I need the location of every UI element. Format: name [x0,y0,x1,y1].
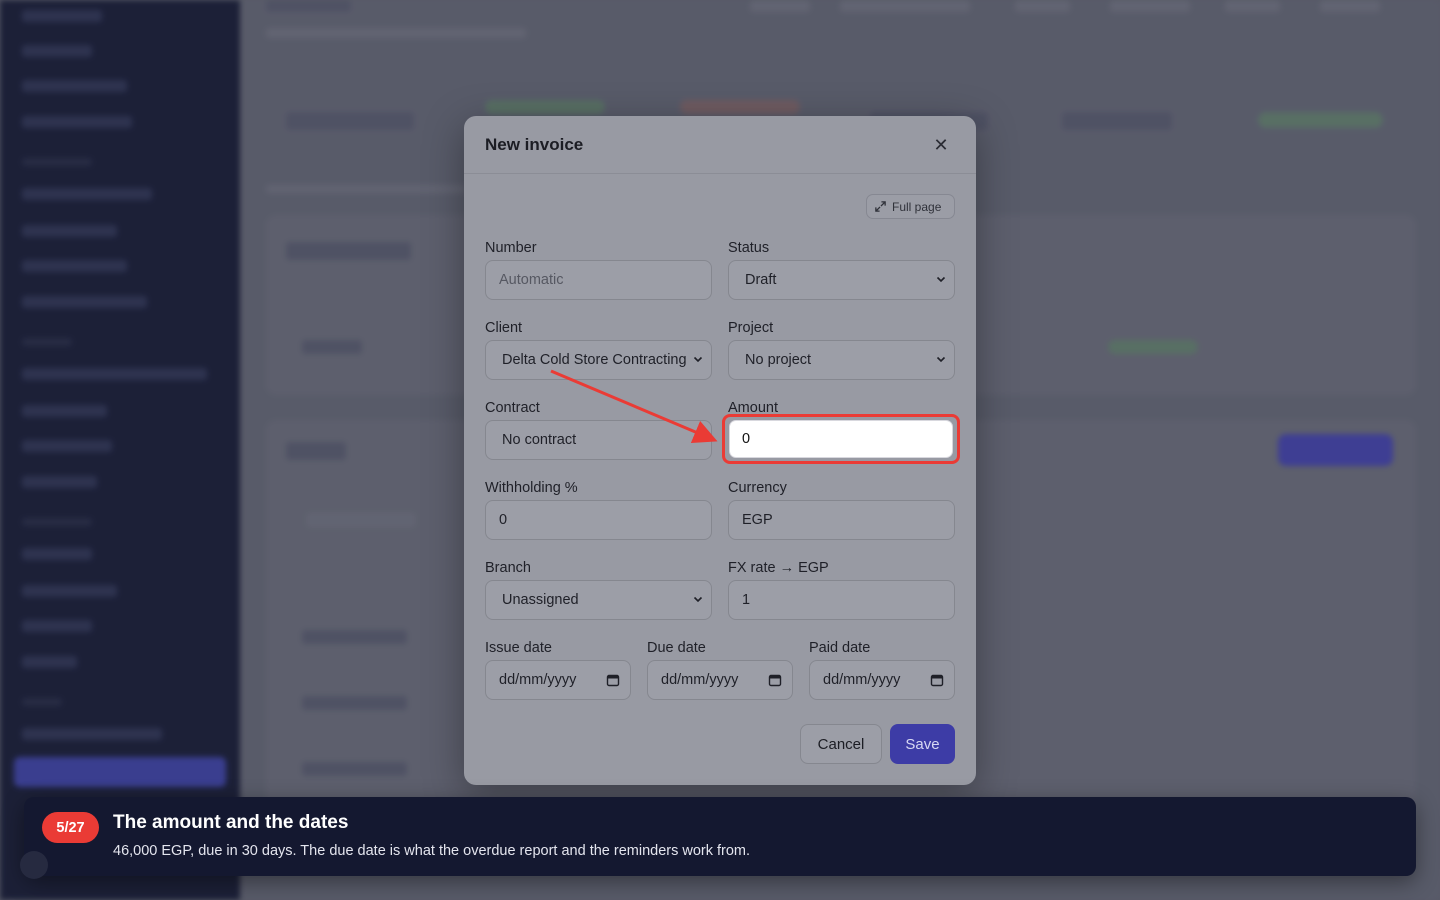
close-icon[interactable]: ✕ [930,134,952,156]
paid-date-placeholder: dd/mm/yyyy [823,672,901,688]
chevron-down-icon [693,596,703,603]
amount-field[interactable]: 0 [729,420,953,458]
calendar-icon[interactable] [930,673,944,687]
client-label: Client [485,320,523,336]
number-field[interactable]: Automatic [485,260,712,300]
chevron-down-icon [936,356,946,363]
cancel-button[interactable]: Cancel [800,724,882,764]
chevron-down-icon [693,356,703,363]
status-label: Status [728,240,770,256]
branch-label: Branch [485,560,531,576]
full-page-label: Full page [892,199,942,214]
fx-rate-label: FX rate → EGP [728,560,829,576]
calendar-icon[interactable] [606,673,620,687]
status-select[interactable]: Draft [728,260,955,300]
branch-value: Unassigned [502,592,579,608]
chevron-down-icon [693,436,703,443]
paid-date-label: Paid date [809,640,871,656]
new-invoice-modal: New invoice ✕ Full page Number Automatic… [464,116,976,785]
paid-date-field[interactable]: dd/mm/yyyy [809,660,955,700]
modal-title: New invoice [485,135,584,154]
full-page-button[interactable]: Full page [866,194,955,219]
tour-banner: 5/27 The amount and the dates 46,000 EGP… [24,797,1416,876]
tour-title: The amount and the dates [113,812,349,833]
client-value: Delta Cold Store Contracting [502,352,687,368]
calendar-icon[interactable] [768,673,782,687]
due-date-placeholder: dd/mm/yyyy [661,672,739,688]
contract-value: No contract [502,432,577,448]
save-button[interactable]: Save [890,724,955,764]
modal-header: New invoice ✕ [464,116,976,174]
branch-select[interactable]: Unassigned [485,580,712,620]
tour-text: 46,000 EGP, due in 30 days. The due date… [113,843,751,859]
contract-label: Contract [485,400,540,416]
status-value: Draft [745,272,777,288]
withholding-field[interactable]: 0 [485,500,712,540]
issue-date-label: Issue date [485,640,552,656]
due-date-label: Due date [647,640,706,656]
issue-date-field[interactable]: dd/mm/yyyy [485,660,631,700]
project-value: No project [745,352,812,368]
currency-field[interactable]: EGP [728,500,955,540]
currency-label: Currency [728,480,787,496]
withholding-label: Withholding % [485,480,578,496]
fx-rate-field[interactable]: 1 [728,580,955,620]
expand-icon [875,201,886,212]
project-select[interactable]: No project [728,340,955,380]
project-label: Project [728,320,774,336]
help-avatar [20,851,48,879]
chevron-down-icon [936,276,946,283]
issue-date-placeholder: dd/mm/yyyy [499,672,577,688]
contract-select[interactable]: No contract [485,420,712,460]
tour-step-badge: 5/27 [42,812,99,843]
number-label: Number [485,240,537,256]
due-date-field[interactable]: dd/mm/yyyy [647,660,793,700]
client-select[interactable]: Delta Cold Store Contracting [485,340,712,380]
